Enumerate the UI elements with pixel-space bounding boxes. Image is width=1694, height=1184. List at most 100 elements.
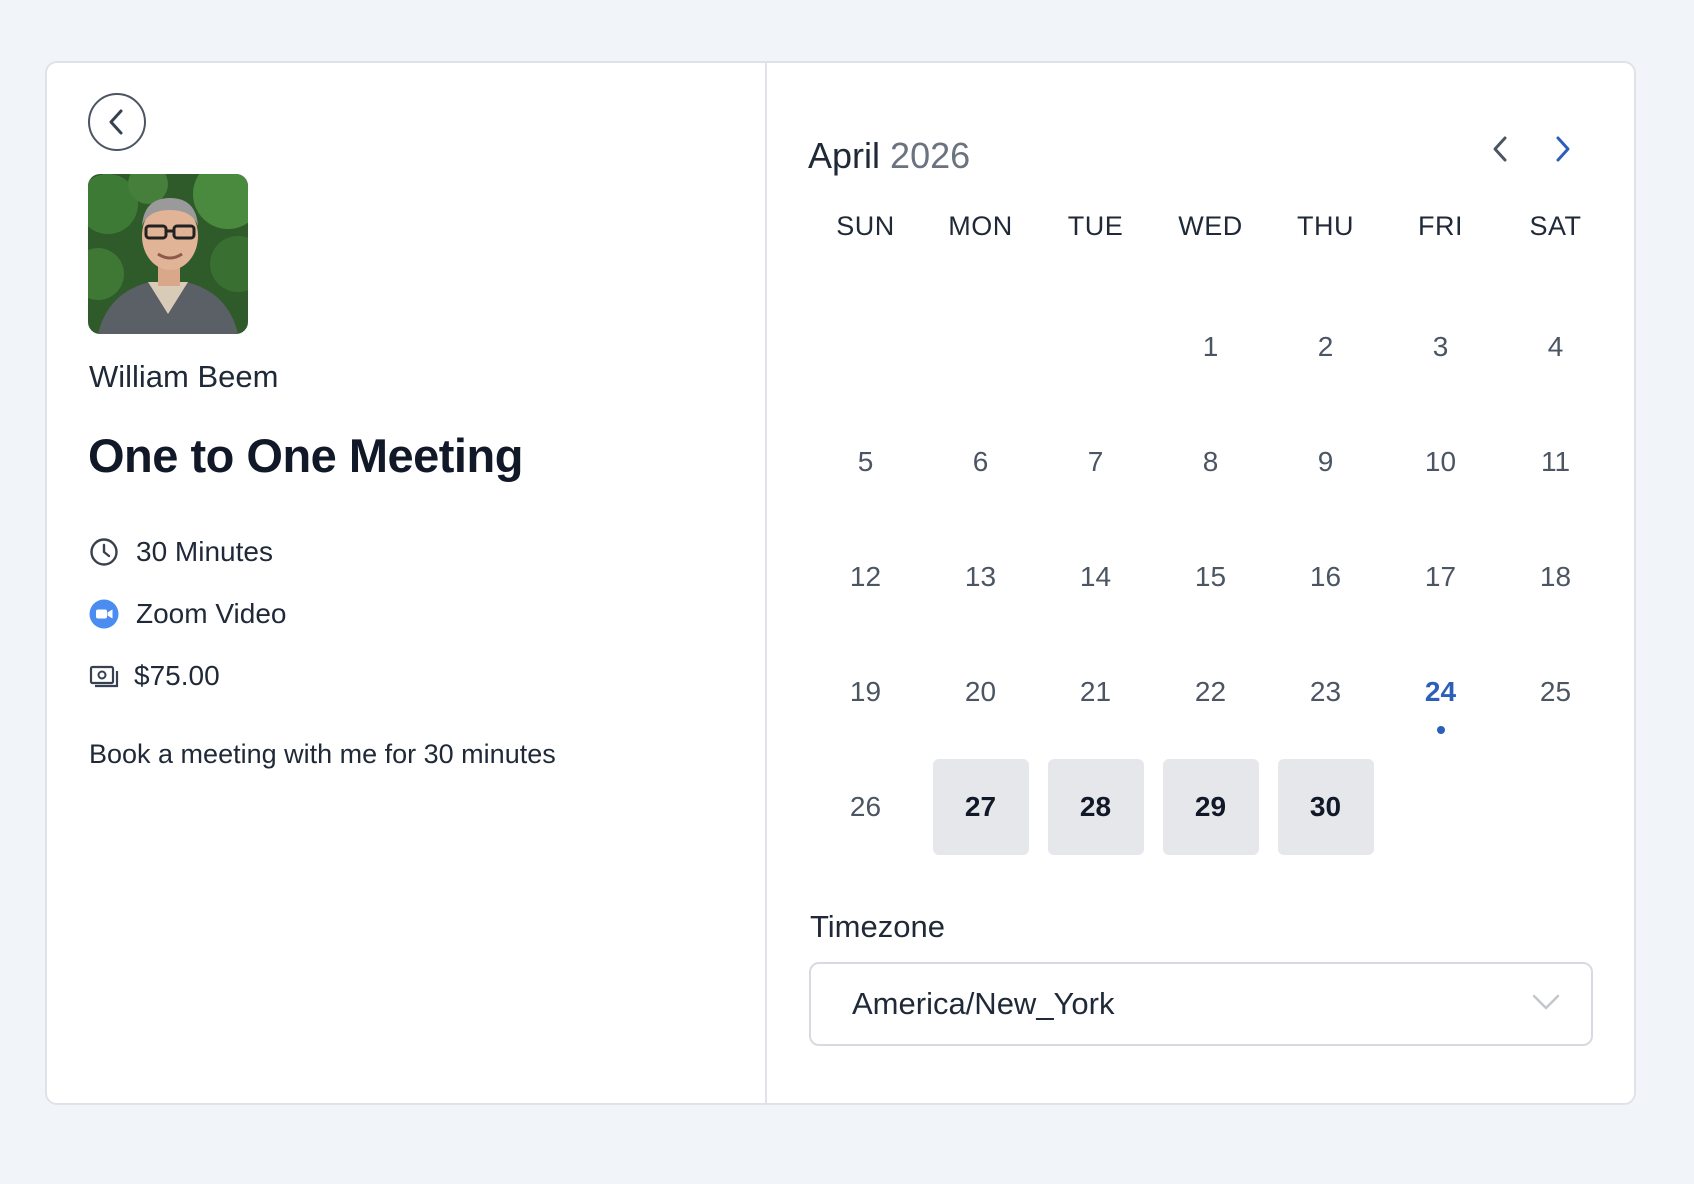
timezone-select[interactable]: America/New_York xyxy=(809,962,1593,1046)
avatar xyxy=(88,174,248,334)
month-title: April 2026 xyxy=(808,135,970,177)
day-number: 15 xyxy=(1194,560,1227,592)
day-number: 12 xyxy=(849,560,882,592)
chevron-left-icon xyxy=(105,108,129,136)
weekday-header: SUN MON TUE WED THU FRI SAT xyxy=(808,211,1613,242)
day-number: 7 xyxy=(1087,445,1104,477)
back-button[interactable] xyxy=(88,93,146,151)
day-number: 23 xyxy=(1309,675,1342,707)
day-16: 16 xyxy=(1268,519,1383,634)
calendar-panel: April 2026 SUN MON TUE WED THU FRI SAT 1234567… xyxy=(767,63,1634,1103)
chevron-left-icon xyxy=(1490,134,1512,164)
day-number: 22 xyxy=(1194,675,1227,707)
weekday-sun: SUN xyxy=(836,211,895,241)
day-number: 10 xyxy=(1424,445,1457,477)
day-number: 19 xyxy=(849,675,882,707)
weekday-tue: TUE xyxy=(1067,211,1124,241)
day-21: 21 xyxy=(1038,634,1153,749)
day-25: 25 xyxy=(1498,634,1613,749)
day-number: 9 xyxy=(1317,445,1334,477)
day-13: 13 xyxy=(923,519,1038,634)
day-number: 8 xyxy=(1202,445,1219,477)
day-number: 25 xyxy=(1539,675,1572,707)
day-number: 11 xyxy=(1540,445,1571,477)
booking-card: William Beem One to One Meeting 30 Minut… xyxy=(45,61,1636,1105)
day-number: 18 xyxy=(1539,560,1572,592)
location-text: Zoom Video xyxy=(136,598,287,629)
day-18: 18 xyxy=(1498,519,1613,634)
timezone-value: America/New_York xyxy=(852,986,1115,1021)
day-number: 13 xyxy=(964,560,997,592)
day-number: 3 xyxy=(1432,330,1449,362)
day-number: 29 xyxy=(1162,758,1259,855)
today-indicator xyxy=(1436,726,1445,734)
day-number: 17 xyxy=(1424,560,1457,592)
next-month-button[interactable] xyxy=(1542,129,1582,169)
day-27[interactable]: 27 xyxy=(923,749,1038,864)
day-number: 16 xyxy=(1309,560,1342,592)
empty-day-cell xyxy=(808,289,923,404)
day-9: 9 xyxy=(1268,404,1383,519)
video-camera-icon xyxy=(88,598,120,630)
timezone-label: Timezone xyxy=(810,909,945,944)
day-19: 19 xyxy=(808,634,923,749)
day-number: 2 xyxy=(1317,330,1334,362)
day-number: 30 xyxy=(1277,758,1374,855)
chevron-down-icon xyxy=(1531,992,1561,1012)
day-number: 1 xyxy=(1202,330,1219,362)
day-8: 8 xyxy=(1153,404,1268,519)
day-number: 26 xyxy=(849,790,882,822)
day-3: 3 xyxy=(1383,289,1498,404)
day-1: 1 xyxy=(1153,289,1268,404)
month-name: April xyxy=(808,135,881,176)
day-number: 28 xyxy=(1047,758,1144,855)
weekday-sat: SAT xyxy=(1529,211,1582,241)
host-name: William Beem xyxy=(89,359,279,394)
day-number: 4 xyxy=(1547,330,1564,362)
day-2: 2 xyxy=(1268,289,1383,404)
event-info-panel: William Beem One to One Meeting 30 Minut… xyxy=(47,63,767,1103)
day-number: 5 xyxy=(857,445,874,477)
day-14: 14 xyxy=(1038,519,1153,634)
day-15: 15 xyxy=(1153,519,1268,634)
day-22: 22 xyxy=(1153,634,1268,749)
day-30[interactable]: 30 xyxy=(1268,749,1383,864)
day-number: 21 xyxy=(1079,675,1112,707)
duration-detail: 30 Minutes xyxy=(88,536,273,568)
empty-day-cell xyxy=(1038,289,1153,404)
duration-text: 30 Minutes xyxy=(136,536,273,567)
empty-day-cell xyxy=(923,289,1038,404)
day-7: 7 xyxy=(1038,404,1153,519)
day-12: 12 xyxy=(808,519,923,634)
day-24: 24 xyxy=(1383,634,1498,749)
weekday-thu: THU xyxy=(1297,211,1354,241)
prev-month-button[interactable] xyxy=(1481,129,1521,169)
chevron-right-icon xyxy=(1551,134,1573,164)
day-10: 10 xyxy=(1383,404,1498,519)
month-year: 2026 xyxy=(890,135,971,176)
day-grid: 1 2 3 4 5 6 7 8 9 10 11 12 13 14 15 16 17 18 19 20 21 22 23 24 2… xyxy=(808,289,1613,864)
day-17: 17 xyxy=(1383,519,1498,634)
day-number: 6 xyxy=(972,445,989,477)
day-number: 14 xyxy=(1079,560,1112,592)
day-11: 11 xyxy=(1498,404,1613,519)
weekday-fri: FRI xyxy=(1418,211,1463,241)
location-detail: Zoom Video xyxy=(88,598,286,630)
clock-icon xyxy=(88,536,120,568)
day-number: 20 xyxy=(964,675,997,707)
day-23: 23 xyxy=(1268,634,1383,749)
day-number: 27 xyxy=(932,758,1029,855)
money-icon xyxy=(88,660,120,692)
day-28[interactable]: 28 xyxy=(1038,749,1153,864)
weekday-mon: MON xyxy=(948,211,1013,241)
day-6: 6 xyxy=(923,404,1038,519)
day-4: 4 xyxy=(1498,289,1613,404)
day-26: 26 xyxy=(808,749,923,864)
event-description: Book a meeting with me for 30 minutes xyxy=(89,739,556,769)
event-title: One to One Meeting xyxy=(88,429,523,482)
price-detail: $75.00 xyxy=(88,660,220,692)
day-20: 20 xyxy=(923,634,1038,749)
price-text: $75.00 xyxy=(134,660,220,691)
day-29[interactable]: 29 xyxy=(1153,749,1268,864)
day-5: 5 xyxy=(808,404,923,519)
